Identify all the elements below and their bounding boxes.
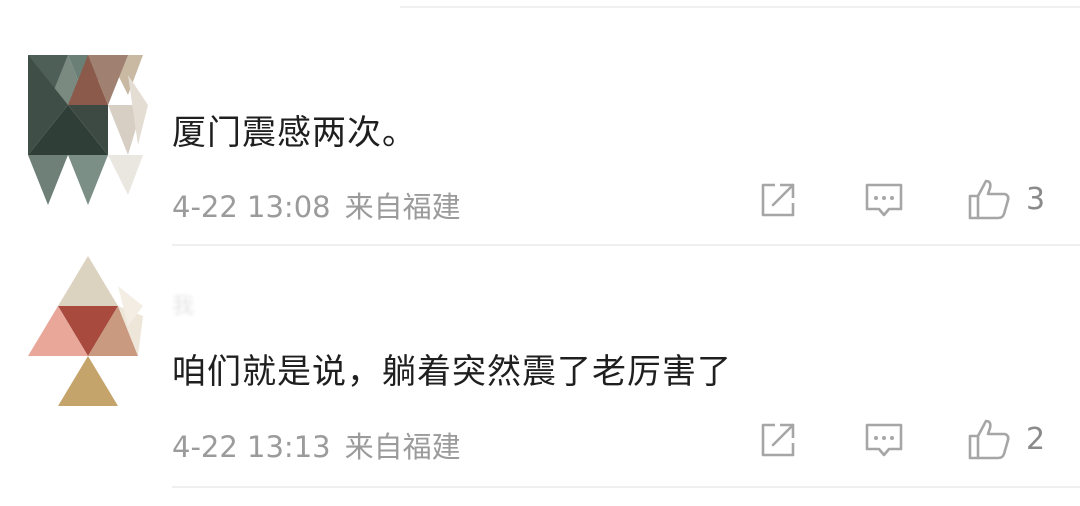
avatar[interactable] — [28, 55, 148, 205]
reply-button[interactable] — [863, 421, 905, 461]
username[interactable]: 我 — [172, 288, 194, 320]
share-icon — [761, 183, 795, 217]
comment-icon — [865, 423, 903, 457]
comment-time: 4-22 13:13 — [172, 430, 331, 464]
comment-divider — [172, 486, 1080, 488]
comment-meta: 4-22 13:13 来自福建 — [172, 424, 461, 466]
comment-item: 我 咱们就是说，躺着突然震了老厉害了 4-22 13:13 来自福建 2 — [0, 246, 1080, 488]
reply-button[interactable] — [863, 181, 905, 221]
comment-location: 来自福建 — [344, 190, 461, 224]
share-icon — [761, 423, 795, 457]
like-count: 3 — [1026, 181, 1046, 217]
avatar[interactable] — [28, 256, 148, 406]
comment-text: 厦门震感两次。 — [172, 113, 417, 153]
comment-location: 来自福建 — [344, 430, 461, 464]
thumbs-up-icon — [968, 179, 1010, 220]
thumbs-up-icon — [968, 419, 1010, 460]
comment-text: 咱们就是说，躺着突然震了老厉害了 — [172, 352, 732, 392]
like-count: 2 — [1026, 421, 1046, 457]
comment-item: 厦门震感两次。 4-22 13:08 来自福建 3 — [0, 0, 1080, 246]
share-button[interactable] — [758, 420, 798, 460]
comment-icon — [865, 183, 903, 217]
comment-list-page: 厦门震感两次。 4-22 13:08 来自福建 3 我 咱们就是说，躺着突然震了… — [0, 0, 1080, 506]
share-button[interactable] — [758, 180, 798, 220]
comment-meta: 4-22 13:08 来自福建 — [172, 184, 461, 226]
comment-time: 4-22 13:08 — [172, 190, 331, 224]
like-button[interactable]: 2 — [966, 416, 1045, 462]
like-button[interactable]: 3 — [966, 176, 1045, 222]
